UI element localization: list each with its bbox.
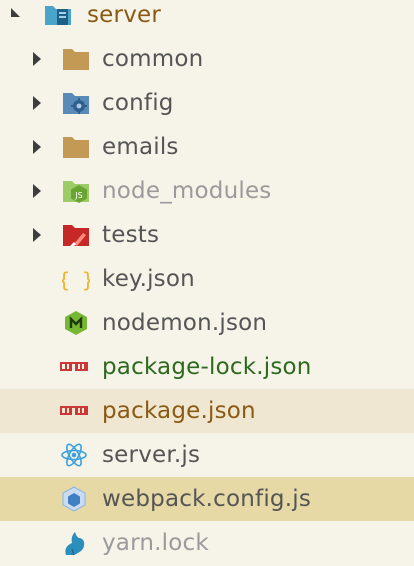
tree-item-nodemon-json[interactable]: nodemon.json [0,301,414,345]
tree-item-server-js[interactable]: server.js [0,433,414,477]
tree-item-key-json[interactable]: { } key.json [0,257,414,301]
react-icon [60,442,88,468]
tree-item-label: server.js [102,442,201,468]
tree-item-label: node_modules [102,178,272,204]
tree-item-label: tests [102,222,160,248]
tree-item-node-modules[interactable]: JS node_modules [0,169,414,213]
tree-item-label: package.json [102,398,256,424]
tree-item-yarn-lock[interactable]: yarn.lock [0,521,414,565]
webpack-icon [60,486,88,512]
folder-test-icon [62,222,90,248]
chevron-down-icon[interactable] [11,8,20,17]
tree-item-webpack-config-js[interactable]: webpack.config.js [0,477,414,521]
nodemon-icon [62,310,90,336]
folder-config-icon [62,90,90,116]
tree-item-label: yarn.lock [102,530,209,556]
npm-icon [60,354,88,380]
tree-item-tests[interactable]: tests [0,213,414,257]
tree-item-config[interactable]: config [0,81,414,125]
folder-icon [62,134,90,160]
yarn-icon [60,530,88,556]
chevron-right-icon[interactable] [33,52,41,66]
tree-item-package-json[interactable]: package.json [0,389,414,433]
folder-nodejs-icon: JS [62,178,90,204]
tree-item-label: key.json [102,266,195,292]
chevron-right-icon[interactable] [33,96,41,110]
folder-icon [62,46,90,72]
json-braces-icon: { } [62,266,90,292]
npm-icon [60,398,88,424]
tree-item-package-lock-json[interactable]: package-lock.json [0,345,414,389]
svg-text:{ }: { } [62,268,90,292]
tree-item-label: emails [102,134,179,160]
svg-text:JS: JS [74,191,82,200]
tree-item-label: package-lock.json [102,354,312,380]
tree-item-label: config [102,90,174,116]
tree-item-label: nodemon.json [102,310,268,336]
chevron-right-icon[interactable] [33,140,41,154]
tree-item-label: server [87,2,162,28]
tree-item-common[interactable]: common [0,37,414,81]
chevron-right-icon[interactable] [33,184,41,198]
file-explorer-tree: server common config emails JS node_modu… [0,0,414,566]
tree-item-emails[interactable]: emails [0,125,414,169]
chevron-right-icon[interactable] [33,228,41,242]
folder-server-icon [44,2,72,28]
tree-item-label: common [102,46,204,72]
tree-item-server[interactable]: server [0,0,414,37]
tree-item-label: webpack.config.js [102,486,311,512]
